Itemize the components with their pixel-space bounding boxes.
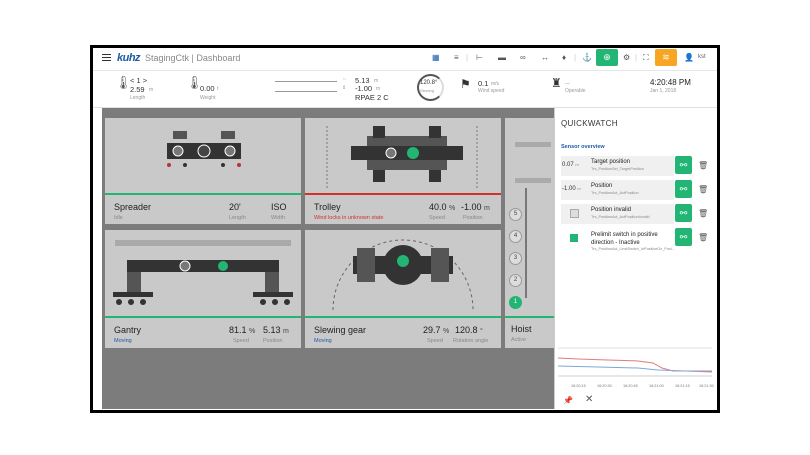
hoist-level-3[interactable]: 3 <box>509 252 522 265</box>
wind-value: 0.1 <box>478 79 489 88</box>
width-icon[interactable]: ↔ <box>541 53 549 62</box>
operator-icon: ♜ <box>551 76 562 90</box>
crane-icon[interactable]: ⊢ <box>476 53 483 62</box>
gantry-diagram <box>113 240 293 305</box>
app-title: StagingCtk | Dashboard <box>145 53 241 63</box>
trolley-diagram <box>326 126 478 188</box>
close-icon[interactable]: ✕ <box>585 394 593 405</box>
slewing-card[interactable]: Slewing gear Moving 29.7 % Speed 120.8 °… <box>305 230 501 348</box>
quickwatch-panel: QUICKWATCH Sensor overview 0.07 m Target… <box>554 108 717 409</box>
trash-icon[interactable]: 🗑 <box>698 209 708 218</box>
watch-chart-button[interactable]: ⚯ <box>675 156 692 174</box>
watch-chart-button[interactable]: ⚯ <box>675 180 692 198</box>
hoist-level-1[interactable]: 1 <box>509 296 522 309</box>
menu-icon[interactable] <box>102 54 111 63</box>
weight-value: 0.00 <box>200 84 215 93</box>
clock-time: 4:20:48 PM <box>650 78 691 87</box>
wind-icon: ⚑ <box>460 77 471 91</box>
gear-icon[interactable]: ⚙ <box>623 53 630 62</box>
operable-label: Operable <box>565 88 586 94</box>
watch-row: Prelimit switch in positive direction - … <box>558 228 713 254</box>
spreader-diagram <box>167 131 241 167</box>
status-indicator-on <box>570 234 578 242</box>
anchor-icon[interactable]: ⚓ <box>582 53 592 62</box>
watch-row: -1.00 m Position Trs_PositionAct_ActPosi… <box>558 180 713 202</box>
target-icon[interactable]: ⊕ <box>596 49 618 66</box>
rpae-code: RPAE 2 C <box>355 93 389 102</box>
ship-icon[interactable]: ▬ <box>498 53 506 62</box>
logo: kuhz <box>117 52 141 64</box>
user-icon[interactable]: 👤 <box>684 53 694 62</box>
watch-row: 0.07 m Target position Trs_PositionSet_T… <box>558 156 713 178</box>
card-status: Idle <box>114 215 123 221</box>
dashboard-area: Spreader Idle 20' Length ISO Width Troll… <box>102 108 554 409</box>
trolley-card[interactable]: Trolley Wind locks in unknown state 40.0… <box>305 118 501 224</box>
watch-row: Position invalid Trs_PositionAct_ActPosi… <box>558 204 713 226</box>
clock-date: Jan 1, 2018 <box>650 88 677 94</box>
top-bar: kuhz StagingCtk | Dashboard ▦ ≡ | ⊢ ▬ ∞ … <box>93 48 717 71</box>
hoist-level-4[interactable]: 4 <box>509 230 522 243</box>
trash-icon[interactable]: 🗑 <box>698 233 708 242</box>
trash-icon[interactable]: 🗑 <box>698 185 708 194</box>
link-icon[interactable]: ∞ <box>520 53 526 62</box>
expand-icon[interactable]: ⛶ <box>643 53 649 63</box>
pin-icon[interactable]: 📌 <box>563 396 573 405</box>
status-indicator-off <box>570 209 579 218</box>
watch-chart-button[interactable]: ⚯ <box>675 228 692 246</box>
weight-label: Weight <box>200 95 216 101</box>
trolley-pos: -1.00 <box>355 84 373 93</box>
pos-arrows[interactable]: < 1 > <box>130 76 147 85</box>
chart-axis-label: 16:20:15 <box>571 384 586 388</box>
sensor-overview-heading: Sensor overview <box>561 144 605 150</box>
app-window: kuhz StagingCtk | Dashboard ▦ ≡ | ⊢ ▬ ∞ … <box>90 45 720 413</box>
card-title: Spreader <box>114 202 152 212</box>
grid-icon[interactable]: ▦ <box>432 53 440 62</box>
user-label: kst <box>698 54 706 60</box>
status-bar: 🌡 < 1 > 2.59 m Length 🌡 0.00 t Weight ⇔ … <box>93 71 717 108</box>
pos-value: 2.59 <box>130 85 145 94</box>
hoist-level-2[interactable]: 2 <box>509 274 522 287</box>
pin-icon[interactable]: ♦ <box>562 53 566 62</box>
trolley-track <box>275 81 337 82</box>
slew-value: 120.8° <box>420 80 438 86</box>
layers-icon[interactable]: ≡ <box>454 53 459 62</box>
spreader-card[interactable]: Spreader Idle 20' Length ISO Width <box>105 118 301 224</box>
hoist-card[interactable]: 5 4 3 2 1 Hoist Active <box>505 118 554 348</box>
trash-icon[interactable]: 🗑 <box>698 161 708 170</box>
wind-label: Wind speed <box>478 88 505 94</box>
slewing-diagram <box>332 239 474 311</box>
trolley-warning: Wind locks in unknown state <box>314 215 384 221</box>
gantry-card[interactable]: Gantry Moving 81.1 % Speed 5.13 m Positi… <box>105 230 301 348</box>
watch-chart-button[interactable]: ⚯ <box>675 204 692 222</box>
pos-label: Length <box>130 95 146 101</box>
wifi-icon[interactable]: ≋ <box>655 49 677 66</box>
trend-chart <box>558 347 712 377</box>
hoist-level-5[interactable]: 5 <box>509 208 522 221</box>
quickwatch-title: QUICKWATCH <box>561 119 618 128</box>
